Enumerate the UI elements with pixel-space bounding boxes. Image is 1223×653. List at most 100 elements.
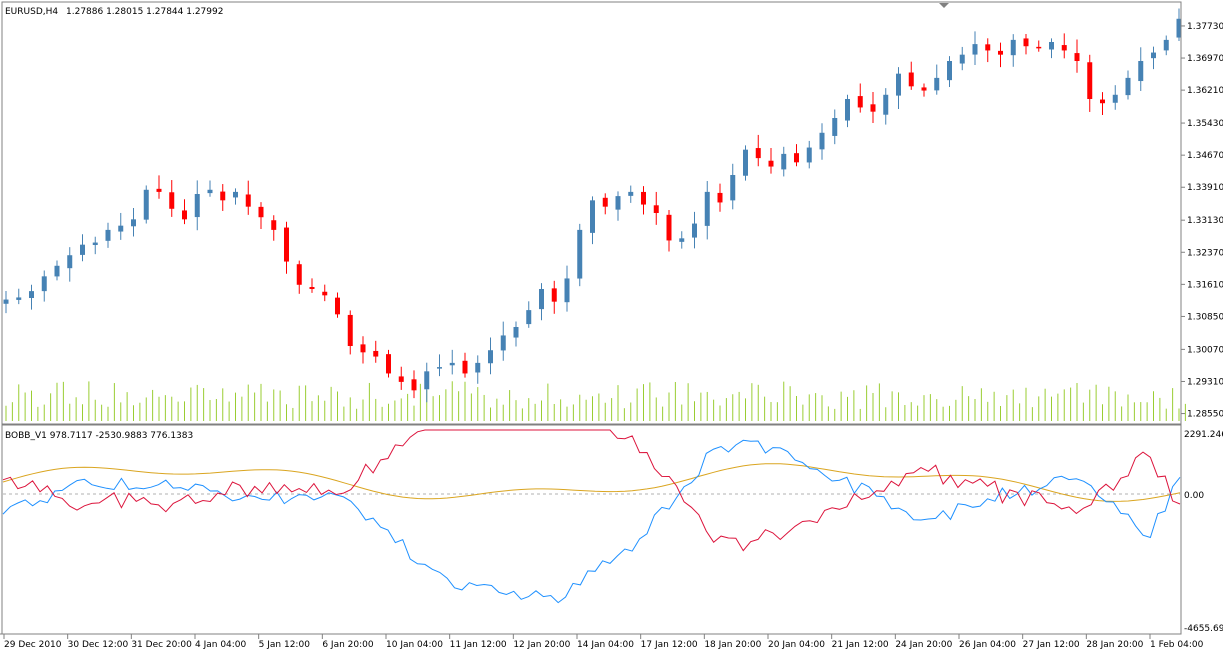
indicator-y-max: 2291.246 [1184, 430, 1223, 440]
candle-bull [781, 153, 787, 170]
candle-bull [1163, 39, 1169, 51]
time-tick-label: 28 Jan 20:00 [1086, 640, 1143, 650]
candle-bear [284, 227, 289, 262]
candle-bear [462, 360, 468, 374]
candle-bear [360, 344, 366, 353]
price-tick-label: 1.36970 [1187, 54, 1223, 64]
time-tick-label: 30 Dec 12:00 [68, 640, 129, 650]
time-tick-label: 31 Dec 20:00 [131, 640, 192, 650]
time-tick-label: 5 Jan 12:00 [259, 640, 311, 650]
candle-bear [857, 96, 863, 108]
candle-bear [1100, 99, 1105, 104]
candle-bear [373, 350, 379, 357]
price-tick-label: 1.36210 [1187, 86, 1223, 96]
candle-bull [1151, 52, 1156, 59]
candle-bull [590, 200, 595, 233]
candle-bull [628, 191, 634, 196]
candle-bear [1087, 62, 1093, 99]
candle-bear [551, 288, 557, 302]
candle-bull [16, 297, 22, 300]
candle-bull [845, 99, 850, 121]
candle-bull [131, 219, 136, 227]
candle-bear [1074, 53, 1080, 61]
time-tick-label: 21 Jan 12:00 [832, 640, 889, 650]
candle-bear [309, 287, 315, 289]
chart-title: EURUSD,H4 [5, 7, 58, 17]
candle-bull [577, 229, 583, 279]
chart-canvas: EURUSD,H4 1.27886 1.28015 1.27844 1.2799… [0, 0, 1223, 653]
candle-bull [437, 367, 442, 369]
indicator-y-zero: 0.00 [1184, 491, 1204, 501]
time-tick-label: 10 Jan 04:00 [386, 640, 443, 650]
candle-bull [947, 61, 952, 81]
candle-bear [794, 153, 799, 163]
candle-bull [883, 94, 889, 115]
indicator-label: BOBB_V1 978.7117 -2530.9883 776.1383 [5, 431, 193, 441]
candle-bear [666, 214, 672, 241]
candle-bull [972, 44, 978, 55]
candle-bull [3, 299, 9, 304]
candle-bull [488, 350, 493, 364]
candle-bear [1023, 38, 1029, 47]
candle-bear [870, 104, 876, 112]
candle-bull [819, 132, 825, 150]
candle-bull [41, 276, 47, 292]
time-tick-label: 24 Jan 20:00 [895, 640, 952, 650]
candle-bull [67, 255, 73, 269]
candle-bull [959, 54, 965, 64]
candle-bull [1049, 42, 1054, 50]
candle-bear [347, 314, 353, 346]
candle-bull [54, 265, 60, 277]
time-tick-label: 20 Jan 04:00 [768, 640, 825, 650]
time-tick-label: 11 Jan 12:00 [450, 640, 507, 650]
candle-bull [564, 278, 570, 303]
candle-bear [258, 206, 264, 218]
candle-bull [143, 189, 149, 220]
indicator-y-min: -4655.69 [1184, 624, 1223, 634]
price-tick-label: 1.37730 [1187, 22, 1223, 32]
candle-bull [679, 238, 685, 242]
candle-bull [896, 73, 901, 96]
time-tick-label: 1 Feb 04:00 [1150, 640, 1204, 650]
candle-bear [1036, 46, 1042, 49]
candle-bear [717, 192, 723, 203]
candle-bear [296, 264, 302, 285]
candle-bear [386, 354, 391, 374]
candle-bull [692, 223, 697, 238]
price-tick-label: 1.30070 [1187, 345, 1223, 355]
candle-bear [641, 191, 646, 205]
candle-bull [105, 229, 111, 241]
candle-bear [908, 72, 914, 87]
candle-bear [653, 205, 659, 213]
candle-bull [233, 191, 238, 198]
price-tick-label: 1.30850 [1187, 312, 1223, 322]
candle-bull [513, 327, 519, 338]
price-tick-label: 1.29310 [1187, 377, 1223, 387]
time-tick-label: 17 Jan 12:00 [641, 640, 698, 650]
price-tick-label: 1.34670 [1187, 151, 1223, 161]
candle-bull [934, 77, 940, 91]
candle-bear [182, 210, 187, 220]
candle-bear [220, 191, 226, 201]
price-tick-label: 1.32370 [1187, 248, 1223, 258]
candle-bear [768, 160, 774, 167]
candle-bear [335, 297, 340, 315]
candle-bull [704, 191, 710, 226]
candle-bear [245, 194, 251, 207]
price-tick-label: 1.28550 [1187, 410, 1223, 420]
price-tick-label: 1.33130 [1187, 216, 1223, 226]
candle-bear [602, 197, 608, 207]
candle-bear [998, 50, 1003, 55]
candle-bull [1125, 77, 1131, 96]
candle-bear [985, 44, 991, 51]
candle-bear [156, 188, 162, 192]
candle-bull [1010, 39, 1016, 56]
ohlc-readout: 1.27886 1.28015 1.27844 1.27992 [66, 7, 223, 17]
time-tick-label: 27 Jan 12:00 [1023, 640, 1080, 650]
candle-bull [29, 291, 34, 299]
candle-bear [169, 192, 175, 209]
candle-bear [271, 220, 277, 230]
candle-bull [806, 147, 812, 163]
candle-bull [475, 362, 481, 373]
candle-bear [322, 291, 328, 296]
